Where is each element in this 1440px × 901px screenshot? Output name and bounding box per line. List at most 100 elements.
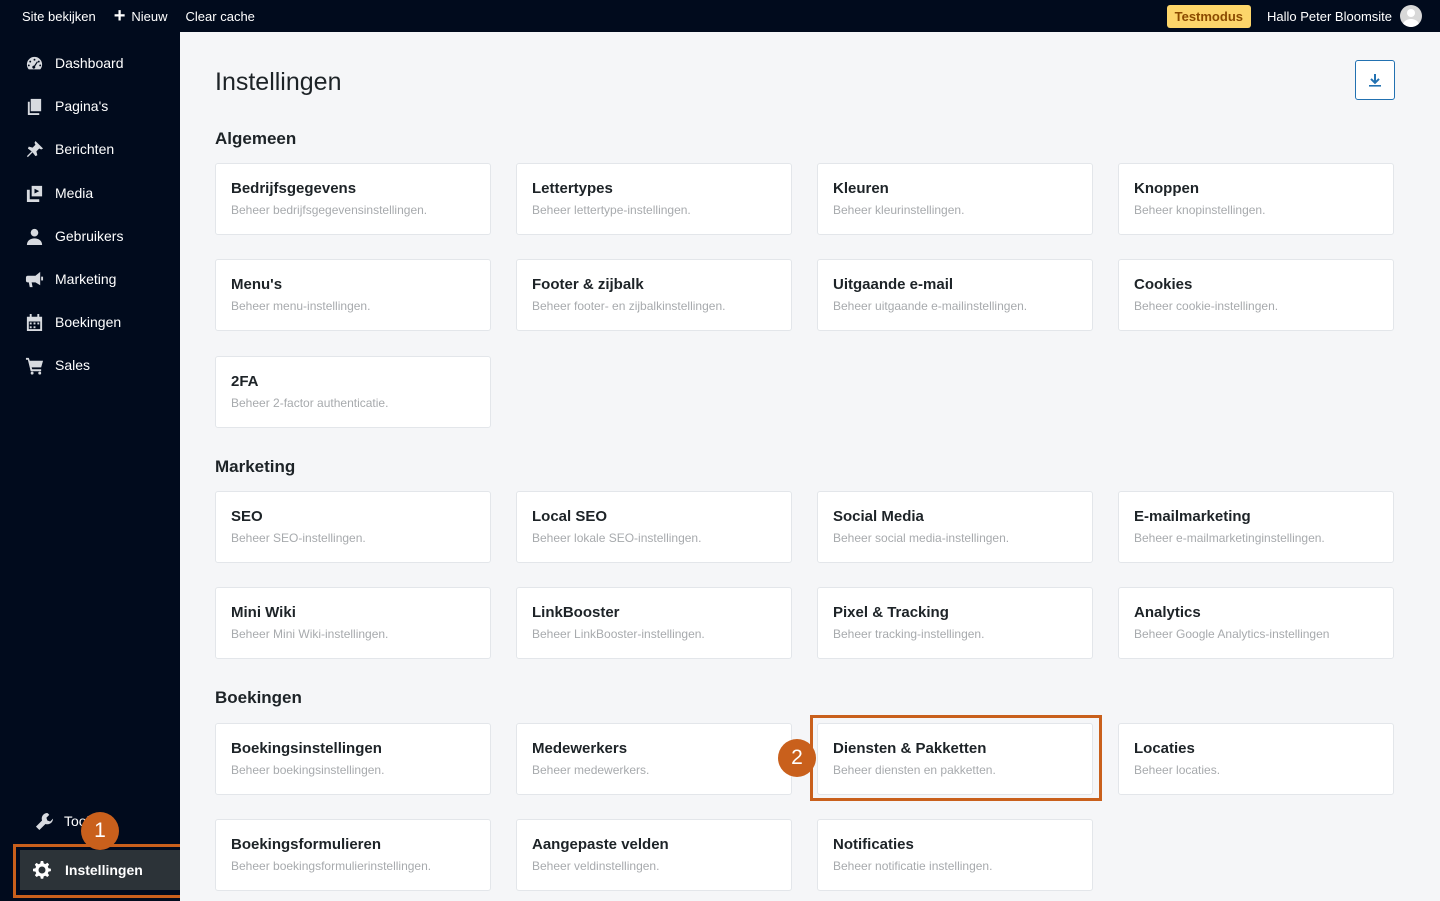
card-description: Beheer menu-instellingen. <box>231 299 371 313</box>
sidebar-item-posts[interactable]: Berichten <box>0 129 180 169</box>
sidebar-item-pages[interactable]: Pagina's <box>0 86 180 126</box>
sidebar-item-dashboard[interactable]: Dashboard <box>0 43 180 83</box>
settings-card-notifications[interactable]: Notificaties Beheer notificatie instelli… <box>817 819 1093 891</box>
view-site-link[interactable]: Site bekijken <box>22 9 96 24</box>
settings-card-linkbooster[interactable]: LinkBooster Beheer LinkBooster-instellin… <box>516 587 792 659</box>
card-description: Beheer lettertype-instellingen. <box>532 203 691 217</box>
card-title: Mini Wiki <box>231 604 296 621</box>
sidebar-item-label: Media <box>55 185 94 201</box>
user-icon <box>24 226 44 246</box>
settings-card-locations[interactable]: Locaties Beheer locaties. <box>1118 723 1394 795</box>
settings-card-analytics[interactable]: Analytics Beheer Google Analytics-instel… <box>1118 587 1394 659</box>
sidebar-item-sales[interactable]: Sales <box>0 345 180 385</box>
settings-card-booking-settings[interactable]: Boekingsinstellingen Beheer boekingsinst… <box>215 723 491 795</box>
wrench-icon <box>34 811 54 831</box>
sidebar-item-media[interactable]: Media <box>0 173 180 213</box>
card-title: Social Media <box>833 508 924 525</box>
settings-card-pixel-tracking[interactable]: Pixel & Tracking Beheer tracking-instell… <box>817 587 1093 659</box>
card-description: Beheer boekingsinstellingen. <box>231 763 385 777</box>
sidebar-item-marketing[interactable]: Marketing <box>0 259 180 299</box>
card-title: Pixel & Tracking <box>833 604 949 621</box>
download-button[interactable] <box>1355 60 1395 100</box>
sidebar-item-label: Gebruikers <box>55 228 124 244</box>
page-title: Instellingen <box>215 68 342 96</box>
card-title: Diensten & Pakketten <box>833 740 987 757</box>
step-marker-1: 1 <box>81 812 119 850</box>
card-description: Beheer knopinstellingen. <box>1134 203 1266 217</box>
card-title: 2FA <box>231 373 259 390</box>
card-title: Boekingsinstellingen <box>231 740 382 757</box>
card-title: Cookies <box>1134 276 1193 293</box>
admin-sidebar: Dashboard Pagina's Berichten Media Gebru… <box>0 32 180 901</box>
card-title: SEO <box>231 508 263 525</box>
settings-card-footer-sidebar[interactable]: Footer & zijbalk Beheer footer- en zijba… <box>516 259 792 331</box>
card-description: Beheer lokale SEO-instellingen. <box>532 531 702 545</box>
card-title: LinkBooster <box>532 604 620 621</box>
settings-card-email-marketing[interactable]: E-mailmarketing Beheer e-mailmarketingin… <box>1118 491 1394 563</box>
card-description: Beheer veldinstellingen. <box>532 859 660 873</box>
settings-card-fonts[interactable]: Lettertypes Beheer lettertype-instelling… <box>516 163 792 235</box>
sidebar-item-bookings[interactable]: Boekingen <box>0 302 180 342</box>
avatar[interactable] <box>1400 5 1422 27</box>
card-title: Aangepaste velden <box>532 836 669 853</box>
card-title: Local SEO <box>532 508 608 525</box>
settings-card-social-media[interactable]: Social Media Beheer social media-instell… <box>817 491 1093 563</box>
settings-card-menus[interactable]: Menu's Beheer menu-instellingen. <box>215 259 491 331</box>
card-description: Beheer Mini Wiki-instellingen. <box>231 627 389 641</box>
dashboard-icon <box>24 53 44 73</box>
card-description: Beheer medewerkers. <box>532 763 650 777</box>
settings-card-company[interactable]: Bedrijfsgegevens Beheer bedrijfsgegevens… <box>215 163 491 235</box>
card-title: Kleuren <box>833 180 889 197</box>
card-title: Knoppen <box>1134 180 1199 197</box>
cart-icon <box>24 355 44 375</box>
card-title: Footer & zijbalk <box>532 276 644 293</box>
settings-card-seo[interactable]: SEO Beheer SEO-instellingen. <box>215 491 491 563</box>
card-title: Lettertypes <box>532 180 613 197</box>
section-title-marketing: Marketing <box>215 457 296 476</box>
card-description: Beheer Google Analytics-instellingen <box>1134 627 1330 641</box>
settings-card-employees[interactable]: Medewerkers Beheer medewerkers. <box>516 723 792 795</box>
card-description: Beheer notificatie instellingen. <box>833 859 993 873</box>
card-title: Bedrijfsgegevens <box>231 180 357 197</box>
card-title: Locaties <box>1134 740 1195 757</box>
sidebar-item-label: Dashboard <box>55 55 124 71</box>
new-menu[interactable]: + Nieuw <box>114 6 168 26</box>
card-description: Beheer diensten en pakketten. <box>833 763 996 777</box>
card-description: Beheer 2-factor authenticatie. <box>231 396 389 410</box>
settings-card-outgoing-email[interactable]: Uitgaande e-mail Beheer uitgaande e-mail… <box>817 259 1093 331</box>
gear-icon <box>32 860 52 880</box>
settings-card-mini-wiki[interactable]: Mini Wiki Beheer Mini Wiki-instellingen. <box>215 587 491 659</box>
settings-card-2fa[interactable]: 2FA Beheer 2-factor authenticatie. <box>215 356 491 428</box>
settings-card-buttons[interactable]: Knoppen Beheer knopinstellingen. <box>1118 163 1394 235</box>
card-title: Menu's <box>231 276 283 293</box>
card-description: Beheer kleurinstellingen. <box>833 203 965 217</box>
clear-cache-link[interactable]: Clear cache <box>186 9 255 24</box>
settings-card-colors[interactable]: Kleuren Beheer kleurinstellingen. <box>817 163 1093 235</box>
download-icon <box>1369 74 1381 87</box>
user-greeting[interactable]: Hallo Peter Bloomsite <box>1267 9 1392 24</box>
card-description: Beheer LinkBooster-instellingen. <box>532 627 705 641</box>
settings-card-cookies[interactable]: Cookies Beheer cookie-instellingen. <box>1118 259 1394 331</box>
card-title: Notificaties <box>833 836 914 853</box>
sidebar-item-label: Boekingen <box>55 314 122 330</box>
card-description: Beheer locaties. <box>1134 763 1221 777</box>
card-title: E-mailmarketing <box>1134 508 1251 525</box>
sidebar-item-users[interactable]: Gebruikers <box>0 216 180 256</box>
settings-card-custom-fields[interactable]: Aangepaste velden Beheer veldinstellinge… <box>516 819 792 891</box>
sidebar-item-label: Pagina's <box>55 98 109 114</box>
card-description: Beheer tracking-instellingen. <box>833 627 985 641</box>
card-title: Analytics <box>1134 604 1201 621</box>
admin-topbar: Site bekijken + Nieuw Clear cache Testmo… <box>0 0 1440 32</box>
settings-card-local-seo[interactable]: Local SEO Beheer lokale SEO-instellingen… <box>516 491 792 563</box>
pin-icon <box>24 139 44 159</box>
sidebar-item-label: Marketing <box>55 271 117 287</box>
card-description: Beheer social media-instellingen. <box>833 531 1010 545</box>
test-mode-badge[interactable]: Testmodus <box>1166 4 1251 28</box>
settings-card-services-packages[interactable]: Diensten & Pakketten Beheer diensten en … <box>817 723 1093 795</box>
sidebar-item-label: Sales <box>55 357 91 373</box>
sidebar-item-settings[interactable]: Instellingen <box>20 850 180 890</box>
card-description: Beheer SEO-instellingen. <box>231 531 366 545</box>
card-description: Beheer boekingsformulierinstellingen. <box>231 859 432 873</box>
settings-card-booking-forms[interactable]: Boekingsformulieren Beheer boekingsformu… <box>215 819 491 891</box>
card-description: Beheer bedrijfsgegevensinstellingen. <box>231 203 428 217</box>
